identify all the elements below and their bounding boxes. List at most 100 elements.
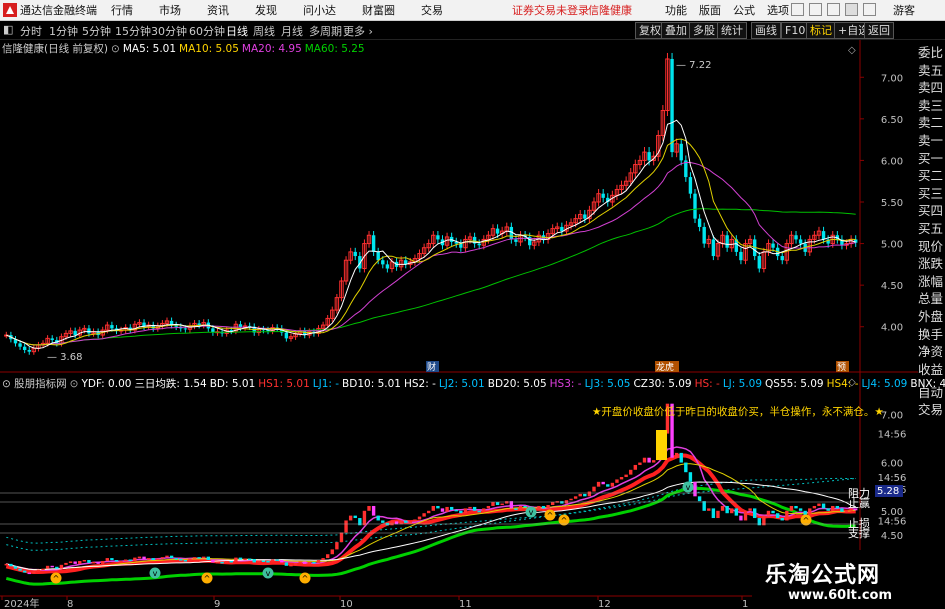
signal-bar bbox=[656, 430, 667, 460]
indicator-bar bbox=[619, 477, 624, 480]
indicator-bar bbox=[197, 557, 201, 559]
indicator-bar bbox=[514, 508, 518, 510]
side-panel-item: 买四 bbox=[918, 203, 944, 219]
indicator-bar bbox=[780, 518, 784, 521]
indicator-bar bbox=[674, 452, 679, 458]
candle-body bbox=[87, 328, 91, 334]
indicator-bar bbox=[812, 505, 817, 509]
side-panel-item: 卖三 bbox=[918, 97, 944, 113]
legend-gear-icon[interactable]: ⊙ bbox=[111, 43, 120, 55]
indicator-legend-item: BD20: 5.05 bbox=[487, 378, 547, 390]
candle-body bbox=[22, 346, 27, 351]
indicator-bar bbox=[330, 549, 334, 555]
indicator-bar bbox=[133, 557, 137, 561]
indicator-bar bbox=[307, 561, 312, 564]
indicator-gear-icon[interactable]: ⊙ bbox=[70, 378, 79, 390]
indicator-bar bbox=[789, 505, 794, 511]
candle-body bbox=[821, 231, 826, 240]
x-tick-label: 2024年 bbox=[4, 597, 39, 609]
chart-option-icon[interactable]: ◇ bbox=[848, 45, 856, 56]
trade-side-panel: 自动 交易 bbox=[918, 384, 945, 418]
indicator-bar bbox=[422, 513, 426, 517]
indicator-bar bbox=[459, 510, 463, 514]
candle-body bbox=[670, 58, 674, 153]
trade-panel-item[interactable]: 交易 bbox=[918, 401, 945, 418]
indicator-bar bbox=[91, 561, 96, 564]
indicator-bar bbox=[743, 510, 748, 521]
indicator-bar bbox=[188, 558, 192, 561]
side-panel-item: 买一 bbox=[918, 150, 944, 166]
candle-body bbox=[798, 239, 803, 244]
candle-body bbox=[436, 235, 440, 240]
indicator-bar bbox=[55, 566, 59, 569]
candle-body bbox=[183, 328, 188, 330]
signal-glyph: v bbox=[153, 569, 158, 578]
indicator-bar bbox=[408, 521, 413, 523]
indicator-bar bbox=[739, 515, 743, 521]
y-tick-label-bottom: 7.00 bbox=[881, 410, 903, 421]
indicator-legend-item: BD: 5.01 bbox=[209, 378, 256, 390]
indicator-legend-item: LJ: 5.09 bbox=[722, 378, 763, 390]
side-panel-item: 买五 bbox=[918, 220, 944, 236]
indicator-bar bbox=[844, 510, 849, 513]
ma20-line bbox=[6, 162, 856, 346]
signal-glyph: ^ bbox=[561, 516, 568, 525]
y-tick-label: 4.50 bbox=[881, 281, 903, 292]
indicator-bar bbox=[321, 558, 325, 561]
candle-body bbox=[757, 256, 761, 269]
indicator-bar bbox=[697, 496, 702, 502]
indicator-bar bbox=[119, 560, 123, 563]
candle-body bbox=[693, 193, 697, 219]
indicator-bar bbox=[477, 510, 481, 513]
y-tick-label: 6.50 bbox=[881, 115, 903, 126]
indicator-bar bbox=[592, 486, 596, 492]
indicator-bar bbox=[87, 560, 91, 563]
ma-legend-item: MA10: 5.05 bbox=[179, 43, 239, 55]
indicator-bar bbox=[587, 491, 592, 497]
indicator-bar bbox=[840, 508, 844, 512]
indicator-bar bbox=[808, 508, 812, 516]
quote-side-panel: 委比 卖五 卖四 卖三 卖二 卖一 买一 买二 买三 买四 买五 现价 涨跌 涨幅 总量 外盘 换手 净资 收益 bbox=[918, 44, 945, 378]
indicator-bar bbox=[229, 560, 233, 563]
indicator-bar bbox=[211, 560, 215, 563]
x-tick-label: 10 bbox=[340, 599, 353, 609]
candle-body bbox=[495, 228, 500, 234]
indicator-legend-item: HS: - bbox=[694, 378, 720, 390]
indicator-bar bbox=[22, 570, 27, 573]
candle-body bbox=[110, 325, 114, 329]
side-panel-item: 涨幅 bbox=[918, 273, 944, 289]
indicator-bar bbox=[165, 555, 169, 558]
signal-glyph: ^ bbox=[547, 511, 554, 520]
candle-body bbox=[18, 343, 22, 347]
indicator-bar bbox=[298, 561, 302, 563]
candle-body bbox=[477, 243, 481, 246]
indicator-bar bbox=[629, 469, 633, 475]
indicator-bar bbox=[537, 505, 541, 510]
y-tick-label: 4.00 bbox=[881, 323, 903, 334]
indicator-bar bbox=[114, 560, 119, 562]
side-panel-item: 换手 bbox=[918, 326, 944, 342]
indicator-bar bbox=[404, 520, 408, 523]
indicator-bar bbox=[766, 510, 771, 516]
indicator-bar bbox=[344, 520, 348, 533]
candle-body bbox=[514, 239, 518, 242]
indicator-bar bbox=[486, 505, 491, 509]
indicator-bar bbox=[224, 560, 229, 563]
lj-line bbox=[6, 477, 856, 551]
indicator-bar bbox=[569, 498, 573, 501]
indicator-bar bbox=[546, 505, 550, 509]
kline-chart[interactable]: 7.00 6.50 6.00 5.50 5.00 4.50 4.00 7.00 14:56 6.0… bbox=[0, 0, 918, 609]
indicator-legend-item: LJ2: 5.01 bbox=[438, 378, 485, 390]
indicator-bar bbox=[573, 496, 578, 499]
indicator-bar bbox=[445, 506, 449, 512]
side-panel-item: 总量 bbox=[918, 291, 944, 307]
indicator-bar bbox=[752, 508, 757, 519]
ma-legend-item: MA60: 5.25 bbox=[304, 43, 365, 55]
trade-panel-item[interactable]: 自动 bbox=[918, 384, 945, 401]
indicator-bar bbox=[436, 505, 440, 509]
candle-body bbox=[679, 143, 683, 161]
indicator-legend-item: BD10: 5.01 bbox=[342, 378, 401, 390]
indicator-bar bbox=[583, 493, 587, 497]
qs55-line bbox=[5, 486, 856, 586]
candle-body bbox=[601, 193, 605, 198]
